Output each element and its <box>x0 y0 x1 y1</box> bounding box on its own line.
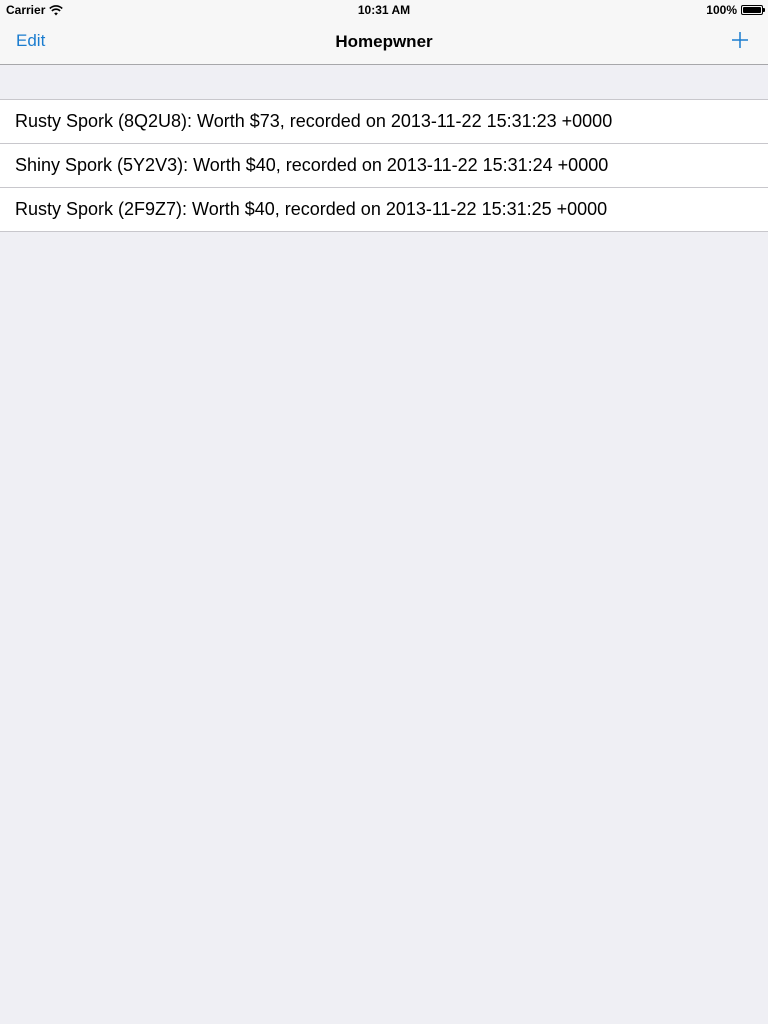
screen: Carrier 10:31 AM 100% Edit Homepwner Rus… <box>0 0 768 1024</box>
battery-percent: 100% <box>706 3 737 17</box>
battery-tip <box>763 8 765 12</box>
table-row[interactable]: Rusty Spork (8Q2U8): Worth $73, recorded… <box>0 100 768 143</box>
items-table: Rusty Spork (8Q2U8): Worth $73, recorded… <box>0 99 768 232</box>
nav-title: Homepwner <box>335 32 433 51</box>
navigation-bar: Edit Homepwner <box>0 20 768 64</box>
plus-icon <box>732 32 748 48</box>
status-bar: Carrier 10:31 AM 100% <box>0 0 768 20</box>
status-battery: 100% <box>706 3 765 17</box>
add-button[interactable] <box>730 30 750 50</box>
battery-icon <box>741 5 765 15</box>
table-row[interactable]: Shiny Spork (5Y2V3): Worth $40, recorded… <box>0 143 768 187</box>
table-row[interactable]: Rusty Spork (2F9Z7): Worth $40, recorded… <box>0 187 768 231</box>
header: Carrier 10:31 AM 100% Edit Homepwner <box>0 0 768 65</box>
status-time: 10:31 AM <box>357 3 411 17</box>
battery-fill <box>743 7 761 13</box>
